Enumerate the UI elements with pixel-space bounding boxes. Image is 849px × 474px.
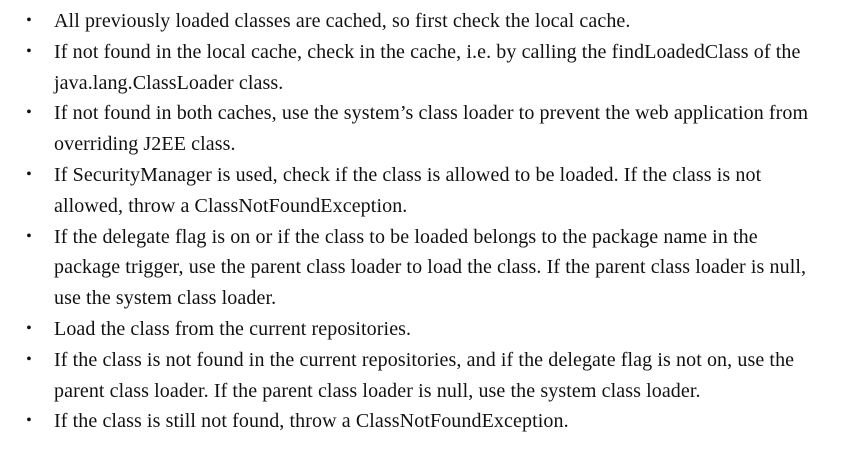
bullet-icon: • (26, 42, 32, 60)
document-body: • All previously loaded classes are cach… (0, 6, 849, 437)
list-item-text: If SecurityManager is used, check if the… (54, 163, 762, 217)
bullet-list: • All previously loaded classes are cach… (0, 6, 849, 437)
bullet-icon: • (26, 319, 32, 337)
list-item-3: • If not found in both caches, use the s… (0, 98, 849, 160)
list-item-text: If the class is still not found, throw a… (54, 410, 569, 433)
list-item-2: • If not found in the local cache, check… (0, 37, 849, 99)
list-item-text: Load the class from the current reposito… (54, 317, 412, 340)
bullet-icon: • (26, 165, 32, 183)
list-item-1: • All previously loaded classes are cach… (0, 6, 849, 37)
list-item-4: • If SecurityManager is used, check if t… (0, 160, 849, 222)
bullet-icon: • (26, 12, 32, 29)
list-item-text: If not found in both caches, use the sys… (54, 102, 809, 156)
list-item-text: If not found in the local cache, check i… (54, 40, 801, 94)
bullet-icon: • (26, 104, 32, 122)
bullet-icon: • (26, 412, 32, 430)
bullet-icon: • (26, 227, 32, 245)
list-item-text: If the delegate flag is on or if the cla… (54, 225, 807, 310)
list-item-text: All previously loaded classes are cached… (54, 10, 631, 32)
list-item-6: • Load the class from the current reposi… (0, 314, 849, 345)
list-item-5: • If the delegate flag is on or if the c… (0, 222, 849, 314)
list-item-text: If the class is not found in the current… (54, 348, 795, 402)
list-item-8: • If the class is still not found, throw… (0, 406, 849, 437)
list-item-7: • If the class is not found in the curre… (0, 345, 849, 407)
bullet-icon: • (26, 350, 32, 368)
